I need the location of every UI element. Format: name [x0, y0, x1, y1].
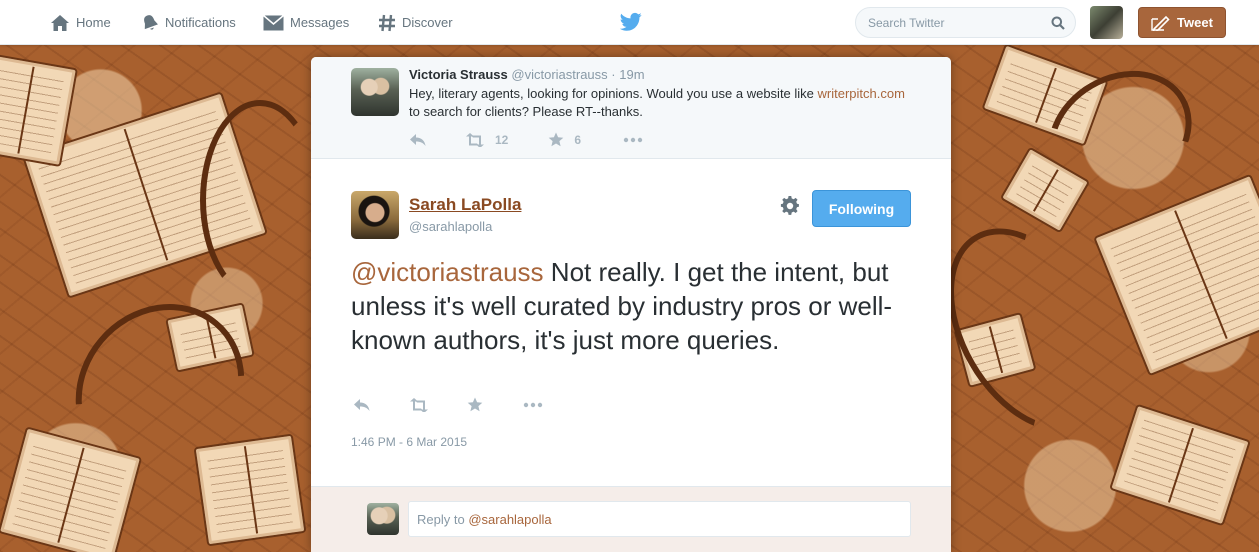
- author-handle[interactable]: @victoriastrauss: [511, 67, 607, 82]
- tweet-timestamp[interactable]: 1:46 PM - 6 Mar 2015: [351, 435, 467, 449]
- twitter-bird-icon[interactable]: [620, 12, 642, 32]
- favorite-count: 6: [574, 132, 582, 147]
- nav-notifications[interactable]: Notifications: [141, 0, 236, 45]
- separator: ·: [611, 67, 616, 82]
- nav-discover[interactable]: Discover: [378, 0, 453, 45]
- more-icon: [523, 402, 543, 407]
- reply-icon: [410, 133, 426, 146]
- reply-prefix: Reply to: [417, 511, 465, 527]
- nav-messages[interactable]: Messages: [263, 0, 349, 45]
- avatar: [367, 503, 399, 535]
- top-navigation-bar: Home Notifications Messages Discover Twe…: [0, 0, 1259, 45]
- reply-action[interactable]: [409, 133, 427, 147]
- reply-mention: @sarahlapolla: [468, 511, 552, 527]
- main-tweet-actions: [353, 397, 543, 412]
- retweet-count: 12: [495, 132, 509, 147]
- home-icon: [51, 14, 69, 31]
- tweet-text-end: to search for clients? Please RT--thanks…: [409, 104, 643, 119]
- star-icon: [467, 397, 483, 412]
- author-name[interactable]: Victoria Strauss: [409, 67, 508, 82]
- nav-home-label: Home: [76, 15, 111, 30]
- following-button[interactable]: Following: [812, 190, 911, 227]
- star-icon: [549, 132, 564, 147]
- avatar[interactable]: [351, 68, 399, 116]
- favorite-action[interactable]: [467, 397, 483, 412]
- more-action[interactable]: [523, 402, 543, 408]
- nav-discover-label: Discover: [402, 15, 453, 30]
- tweet-text-start: Hey, literary agents, looking for opinio…: [409, 86, 814, 101]
- nav-home[interactable]: Home: [50, 0, 111, 45]
- compose-icon: [1151, 15, 1170, 31]
- ancestor-tweet-actions: 12 6: [409, 132, 643, 147]
- reply-area: Reply to @sarahlapolla: [311, 486, 951, 552]
- hash-icon: [379, 14, 395, 31]
- more-icon: [623, 137, 643, 142]
- reply-action[interactable]: [353, 398, 371, 412]
- tweet-button[interactable]: Tweet: [1138, 7, 1226, 38]
- retweet-icon: [410, 397, 428, 412]
- search-icon[interactable]: [1051, 16, 1065, 30]
- ancestor-tweet-text: Hey, literary agents, looking for opinio…: [409, 85, 909, 121]
- bell-icon: [144, 14, 158, 30]
- reply-input[interactable]: Reply to @sarahlapolla: [408, 501, 911, 537]
- tweet-mention[interactable]: @victoriastrauss: [351, 257, 544, 287]
- reply-icon: [354, 398, 370, 411]
- tweet-permalink-modal: Victoria Strauss @victoriastrauss · 19m …: [311, 57, 951, 552]
- nav-notifications-label: Notifications: [165, 15, 236, 30]
- search-input[interactable]: [868, 15, 1046, 30]
- favorite-action[interactable]: 6: [548, 132, 581, 147]
- ancestor-tweet[interactable]: Victoria Strauss @victoriastrauss · 19m …: [311, 57, 951, 159]
- avatar[interactable]: [351, 191, 399, 239]
- search-box[interactable]: [855, 7, 1076, 38]
- envelope-icon: [263, 14, 284, 30]
- retweet-icon: [466, 132, 484, 147]
- retweet-action[interactable]: 12: [465, 132, 509, 147]
- ancestor-tweet-header: Victoria Strauss @victoriastrauss · 19m: [409, 67, 645, 82]
- tweet-time[interactable]: 19m: [619, 67, 644, 82]
- main-tweet-text: @victoriastrauss Not really. I get the i…: [351, 255, 931, 357]
- author-name[interactable]: Sarah LaPolla: [409, 195, 521, 215]
- nav-messages-label: Messages: [290, 15, 350, 30]
- more-action[interactable]: [623, 137, 643, 143]
- tweet-link[interactable]: writerpitch.com: [818, 86, 905, 101]
- retweet-action[interactable]: [409, 397, 429, 412]
- tweet-button-label: Tweet: [1177, 15, 1213, 30]
- user-avatar[interactable]: [1090, 6, 1123, 39]
- author-handle[interactable]: @sarahlapolla: [409, 219, 492, 234]
- gear-icon[interactable]: [780, 196, 800, 216]
- main-tweet: Sarah LaPolla @sarahlapolla Following @v…: [311, 159, 951, 542]
